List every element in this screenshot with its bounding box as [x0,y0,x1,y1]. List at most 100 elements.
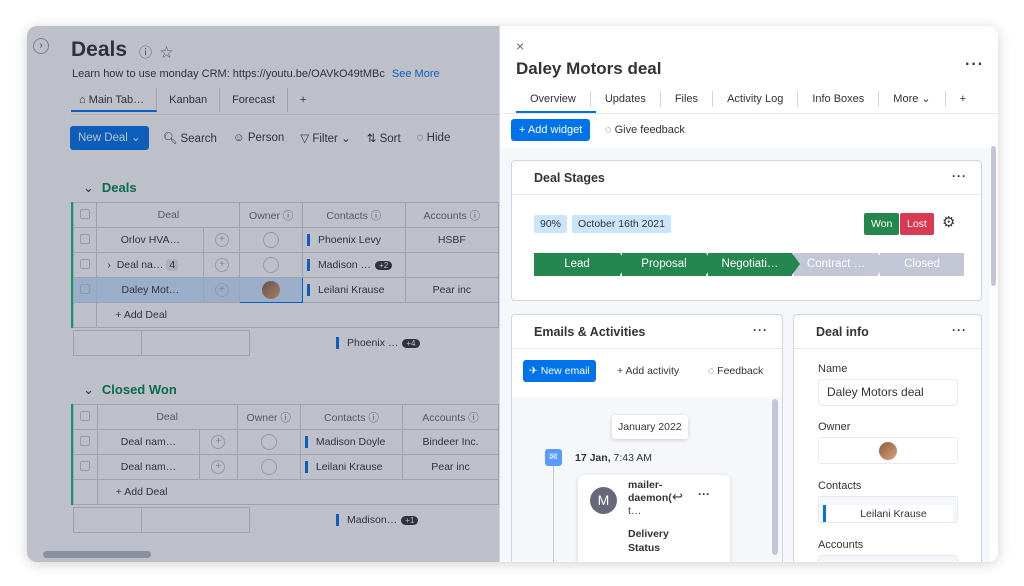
summary-contacts-cell[interactable]: Madison… +1 [331,507,440,533]
select-all-checkbox[interactable] [72,202,98,228]
owner-field[interactable] [818,437,958,464]
table-row[interactable]: Orlov HVA… + Phoenix Levy HSBF [72,227,499,253]
stage-lead[interactable]: Lead [534,253,628,276]
add-item-row[interactable]: + Add Deal [72,302,499,328]
name-field[interactable]: Daley Motors deal [818,379,958,406]
close-icon[interactable]: × [516,38,524,54]
stage-proposal[interactable]: Proposal [622,253,714,276]
contacts-cell[interactable]: Madison Doyle [299,429,404,455]
view-tab-kanban[interactable]: Kanban [157,88,221,112]
accounts-cell[interactable]: Pear inc [402,454,499,480]
add-deal-button[interactable]: + Add Deal [96,302,499,328]
hide-button[interactable]: ◌ Hide [417,132,451,144]
table-row[interactable]: Deal nam… + Leilani Krause Pear inc [73,454,499,480]
column-header-owner[interactable]: Owner ⓘ [239,202,303,228]
add-update-icon[interactable]: + [203,252,241,278]
tab-info-boxes[interactable]: Info Boxes [798,91,880,107]
add-activity-button[interactable]: + Add activity [617,360,679,382]
email-card[interactable]: M mailer-daemon(t… ↩ ··· Delivery Status [578,475,730,562]
deal-name-cell[interactable]: Deal nam… [96,454,201,480]
board-info-star-icons[interactable]: ⓘ☆ [139,42,181,61]
add-update-icon[interactable]: + [203,277,241,303]
accounts-field[interactable] [818,555,958,562]
stage-closed[interactable]: Closed [880,253,964,276]
accounts-cell[interactable]: Pear inc [404,277,499,303]
horizontal-scrollbar[interactable] [43,551,151,558]
contacts-cell[interactable]: Leilani Krause [299,454,404,480]
lost-button[interactable]: Lost [900,213,934,235]
panel-more-icon[interactable]: ··· [965,56,984,74]
row-checkbox[interactable] [73,429,98,455]
deal-name-cell[interactable]: Deal nam… [96,429,201,455]
new-email-button[interactable]: ✈ New email [523,360,596,382]
view-tab-main-table[interactable]: ⌂ Main Tab… [71,88,158,112]
tab-overview[interactable]: Overview [516,91,591,107]
card-more-icon[interactable]: ··· [753,323,768,337]
sort-button[interactable]: ⇅ Sort [367,131,401,145]
person-filter-button[interactable]: ☺ Person [233,132,284,144]
owner-cell[interactable] [236,454,301,480]
accounts-cell[interactable]: HSBF [404,227,499,253]
new-deal-button[interactable]: New Deal ⌄ [70,126,149,150]
row-checkbox[interactable] [72,252,98,278]
add-view-button[interactable]: + [288,88,318,112]
select-all-checkbox[interactable] [73,404,98,430]
column-header-owner[interactable]: Owner ⓘ [236,404,301,430]
row-checkbox[interactable] [73,454,98,480]
tab-activity-log[interactable]: Activity Log [713,91,799,107]
column-header-contacts[interactable]: Contacts ⓘ [299,404,404,430]
tab-files[interactable]: Files [661,91,714,107]
column-header-accounts[interactable]: Accounts ⓘ [402,404,499,430]
add-tab-button[interactable]: + [946,91,980,107]
give-feedback-button[interactable]: ◌ Give feedback [605,119,685,141]
view-tab-forecast[interactable]: Forecast [220,88,288,112]
add-item-row[interactable]: + Add Deal [73,479,499,505]
column-header-accounts[interactable]: Accounts ⓘ [404,202,499,228]
search-button[interactable]: 🔍︎ Search [163,131,217,145]
add-update-icon[interactable]: + [199,429,238,455]
owner-cell[interactable] [239,277,303,303]
stage-negotiation[interactable]: Negotiati… [708,253,800,276]
expand-subitems-icon[interactable]: › [107,259,111,271]
group-title-deals[interactable]: ⌄ Deals [83,180,137,196]
contacts-cell[interactable]: Phoenix Levy [301,227,406,253]
row-checkbox[interactable] [72,277,98,303]
card-more-icon[interactable]: ··· [952,323,967,337]
email-more-icon[interactable]: ··· [698,487,710,501]
table-row[interactable]: Daley Mot… + Leilani Krause Pear inc [72,277,499,303]
deal-name-cell[interactable]: › Deal na… 4 [96,252,205,278]
filter-button[interactable]: ▽ Filter ⌄ [300,131,350,145]
item-title[interactable]: Daley Motors deal [516,59,662,79]
tab-more[interactable]: More ⌄ [879,91,946,107]
deal-name-cell[interactable]: Daley Mot… [96,277,205,303]
contacts-cell[interactable]: Madison … +2 [301,252,406,278]
won-button[interactable]: Won [864,213,900,235]
accounts-cell[interactable]: Bindeer Inc. [402,429,499,455]
add-deal-button[interactable]: + Add Deal [96,479,499,505]
add-update-icon[interactable]: + [199,454,238,480]
card-more-icon[interactable]: ··· [952,169,967,183]
accounts-cell[interactable] [404,252,499,278]
contacts-cell[interactable]: Leilani Krause [301,277,406,303]
panel-scrollbar[interactable] [991,146,996,286]
owner-cell[interactable] [239,227,303,253]
owner-cell[interactable] [236,429,301,455]
add-widget-button[interactable]: + Add widget [511,119,591,141]
reply-icon[interactable]: ↩ [672,489,683,505]
settings-gear-icon[interactable]: ⚙ [942,213,955,231]
column-header-deal[interactable]: Deal [96,202,241,228]
feed-scrollbar[interactable] [772,399,778,555]
group-title-closed-won[interactable]: ⌄ Closed Won [83,382,177,398]
add-update-icon[interactable]: + [203,227,241,253]
group-chevron-icon[interactable]: ⌄ [83,382,94,397]
owner-cell[interactable] [239,252,303,278]
contacts-field[interactable]: Leilani Krause [818,496,958,523]
collapse-sidebar-button[interactable]: › [33,38,49,54]
stage-contract[interactable]: Contract … [794,253,886,276]
table-row[interactable]: Deal nam… + Madison Doyle Bindeer Inc. [73,429,499,455]
see-more-link[interactable]: See More [392,68,440,80]
group-chevron-icon[interactable]: ⌄ [83,180,94,195]
table-row[interactable]: › Deal na… 4 + Madison … +2 [72,252,499,278]
tab-updates[interactable]: Updates [591,91,661,107]
summary-contacts-cell[interactable]: Phoenix … +4 [331,330,440,356]
